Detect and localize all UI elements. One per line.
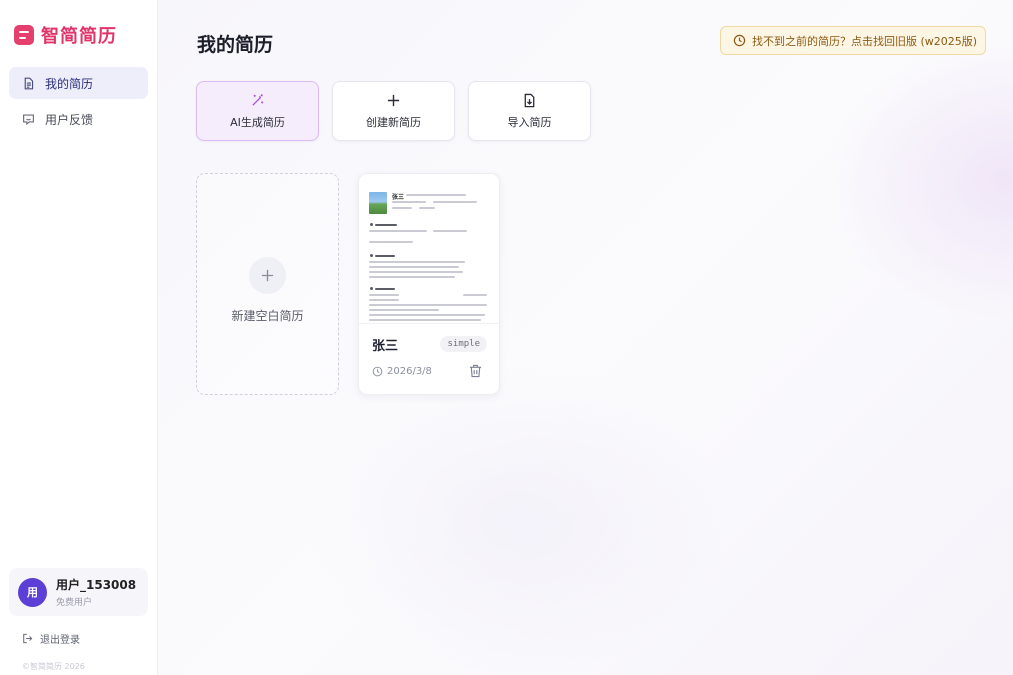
create-resume-button[interactable]: 创建新简历 xyxy=(332,81,455,141)
sidebar: 智简简历 我的简历 用户反馈 用 用户_153008 免费用户 退出登录 ©智简… xyxy=(0,0,158,675)
document-icon xyxy=(24,77,34,89)
magic-wand-icon xyxy=(252,93,264,106)
sidebar-item-feedback[interactable]: 用户反馈 xyxy=(9,103,148,135)
blank-card-label: 新建空白简历 xyxy=(231,308,304,323)
avatar: 用 xyxy=(18,577,47,607)
notice-text: 找不到之前的简历？点击找回旧版 (w2025版) xyxy=(752,34,978,48)
plus-icon xyxy=(387,94,400,106)
file-import-icon xyxy=(524,93,535,107)
logout-label: 退出登录 xyxy=(40,635,80,646)
brand[interactable]: 智简简历 xyxy=(14,22,117,48)
trash-icon[interactable] xyxy=(469,364,482,378)
brand-name: 智简简历 xyxy=(41,26,117,47)
logout-button[interactable]: 退出登录 xyxy=(22,631,80,646)
resume-thumbnail: 张三 xyxy=(359,174,499,324)
resume-card[interactable]: 张三 张三 simple 2026/3/8 xyxy=(358,173,500,395)
feedback-icon xyxy=(23,113,34,125)
resume-preview-name: 张三 xyxy=(392,194,405,201)
main-content: 我的简历 找不到之前的简历？点击找回旧版 (w2025版) AI生成简历 创建新… xyxy=(158,0,1013,675)
resume-name: 张三 xyxy=(372,339,399,354)
action-label: AI生成简历 xyxy=(230,115,285,129)
user-info: 用户_153008 免费用户 xyxy=(56,576,136,608)
logout-icon xyxy=(23,633,33,644)
plus-icon xyxy=(261,269,274,281)
page-title: 我的简历 xyxy=(197,34,274,56)
sidebar-nav: 我的简历 用户反馈 xyxy=(9,67,148,139)
app-root: 智简简历 我的简历 用户反馈 用 用户_153008 免费用户 退出登录 ©智简… xyxy=(0,0,1013,675)
recover-old-version-notice[interactable]: 找不到之前的简历？点击找回旧版 (w2025版) xyxy=(720,26,986,55)
user-name: 用户_153008 xyxy=(56,578,137,592)
template-badge: simple xyxy=(440,336,487,352)
user-card[interactable]: 用 用户_153008 免费用户 xyxy=(9,568,148,616)
resume-date-text: 2026/3/8 xyxy=(387,366,432,377)
user-tier: 免费用户 xyxy=(56,598,93,608)
ai-generate-resume-button[interactable]: AI生成简历 xyxy=(196,81,319,141)
clock-icon xyxy=(372,366,383,377)
resume-date: 2026/3/8 xyxy=(372,366,432,377)
resume-photo xyxy=(369,192,387,214)
clock-icon xyxy=(733,34,746,47)
sidebar-item-label: 用户反馈 xyxy=(45,112,94,127)
copyright: ©智简简历 2026 xyxy=(22,662,85,671)
plus-circle xyxy=(249,256,286,294)
import-resume-button[interactable]: 导入简历 xyxy=(468,81,591,141)
action-label: 导入简历 xyxy=(507,115,552,129)
sidebar-item-label: 我的简历 xyxy=(45,76,94,91)
new-blank-resume-card[interactable]: 新建空白简历 xyxy=(196,173,339,395)
action-label: 创建新简历 xyxy=(366,115,421,129)
brand-logo-icon xyxy=(14,25,34,45)
sidebar-item-my-resumes[interactable]: 我的简历 xyxy=(9,67,148,99)
